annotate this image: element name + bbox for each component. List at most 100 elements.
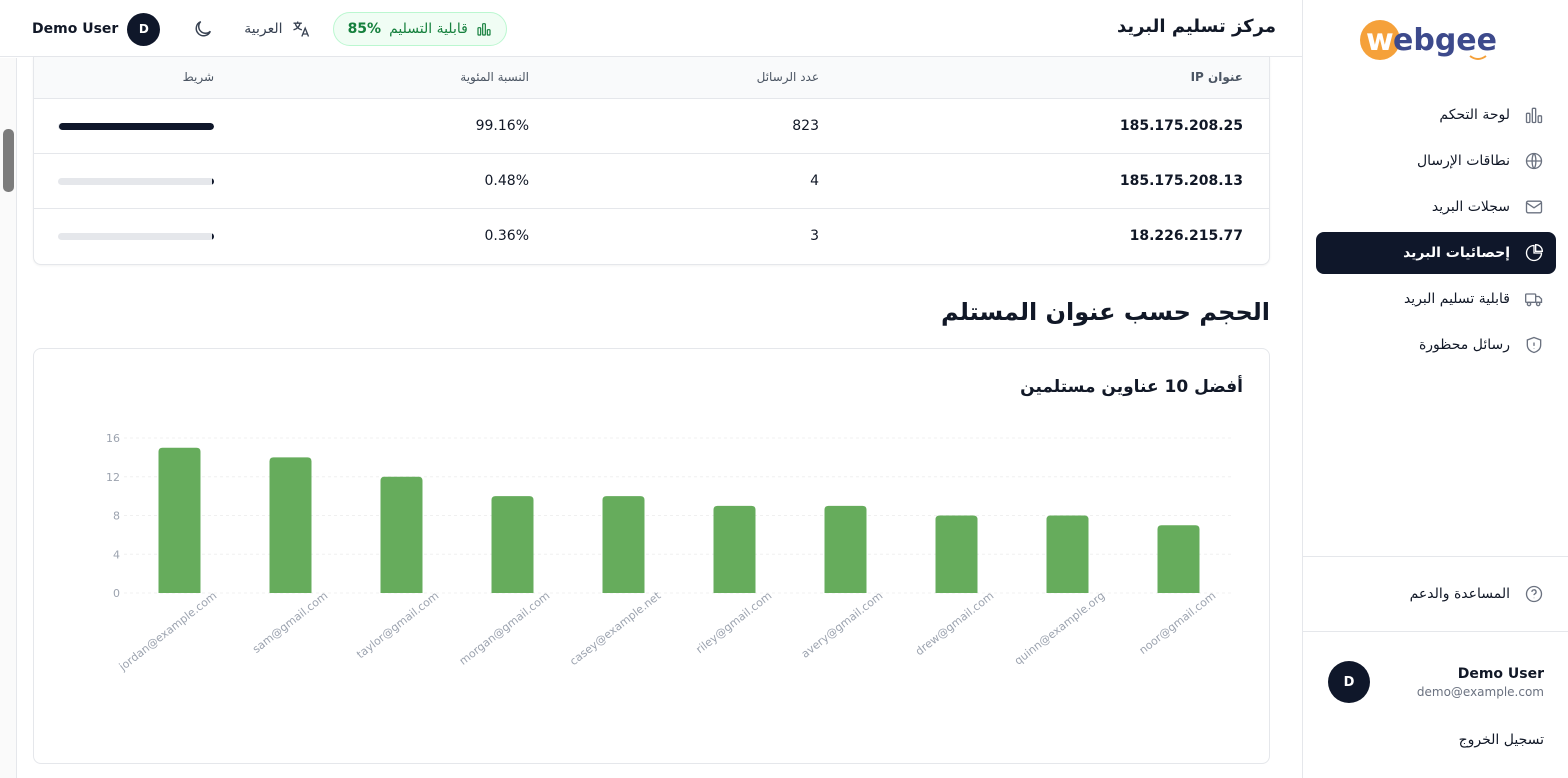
y-tick-label: 8 bbox=[113, 510, 120, 523]
sidebar-item-blocked[interactable]: رسائل محظورة bbox=[1316, 324, 1556, 366]
sidebar: w ebgee لوحة التحكم نطاقات الإرسال سجلات… bbox=[1302, 0, 1568, 778]
x-tick-label: riley@gmail.com bbox=[693, 589, 774, 656]
chart-bar[interactable] bbox=[935, 515, 978, 594]
chart-bar[interactable] bbox=[1157, 525, 1200, 593]
logout-button[interactable]: تسجيل الخروج bbox=[1459, 732, 1544, 748]
x-tick-label: quinn@example.org bbox=[1012, 589, 1107, 667]
sidebar-item-label: قابلية تسليم البريد bbox=[1403, 291, 1510, 307]
sidebar-user-card[interactable]: Demo User demo@example.com D bbox=[1328, 660, 1544, 704]
percent-bar bbox=[58, 233, 214, 240]
globe-icon bbox=[1525, 152, 1543, 170]
sidebar-item-label: إحصائيات البريد bbox=[1403, 245, 1510, 261]
sidebar-item-dashboard[interactable]: لوحة التحكم bbox=[1316, 94, 1556, 136]
cell-count: 823 bbox=[792, 118, 819, 134]
chart-bar[interactable] bbox=[824, 505, 867, 593]
x-tick-label: taylor@gmail.com bbox=[354, 589, 441, 661]
cell-count: 3 bbox=[810, 228, 819, 244]
avatar: D bbox=[1328, 661, 1370, 703]
cell-percent: 0.36% bbox=[484, 228, 529, 244]
header-user-name: Demo User bbox=[32, 21, 119, 37]
sidebar-item-mail-logs[interactable]: سجلات البريد bbox=[1316, 186, 1556, 228]
column-header-ip: عنوان IP bbox=[1190, 70, 1243, 84]
sidebar-divider bbox=[1303, 556, 1568, 557]
truck-icon bbox=[1525, 293, 1543, 307]
chart-bar[interactable] bbox=[380, 476, 423, 593]
top-header: مركز تسليم البريد Demo User D العربية 85… bbox=[0, 0, 1302, 57]
cell-ip: 185.175.208.25 bbox=[1119, 118, 1243, 134]
chart-bar[interactable] bbox=[269, 457, 312, 593]
percent-bar-fill bbox=[212, 178, 214, 185]
percent-bar bbox=[58, 178, 214, 185]
recipient-chart-card: أفضل 10 عناوين مستلمين 0 4 8 12 16 jordan@exa… bbox=[33, 348, 1270, 764]
table-row: 185.175.208.25 823 99.16% bbox=[34, 99, 1269, 154]
y-tick-label: 0 bbox=[113, 587, 120, 600]
bar-chart-icon bbox=[1525, 107, 1543, 124]
y-tick-label: 4 bbox=[113, 548, 120, 561]
sidebar-item-label: لوحة التحكم bbox=[1439, 107, 1510, 123]
deliverability-label: قابلية التسليم bbox=[389, 21, 468, 37]
table-row: 185.175.208.13 4 0.48% bbox=[34, 154, 1269, 209]
logo-w: w bbox=[1366, 23, 1394, 58]
bar-chart-icon bbox=[477, 23, 491, 36]
help-support-link[interactable]: المساعدة والدعم bbox=[1316, 574, 1556, 614]
scrollbar-thumb[interactable] bbox=[3, 129, 14, 192]
sidebar-item-label: نطاقات الإرسال bbox=[1416, 153, 1510, 169]
page-title: مركز تسليم البريد bbox=[1116, 16, 1276, 37]
user-name: Demo User bbox=[1457, 665, 1544, 682]
x-tick-label: avery@gmail.com bbox=[799, 589, 885, 661]
webgee-logo[interactable]: w ebgee bbox=[1358, 16, 1508, 64]
cell-ip: 18.226.215.77 bbox=[1129, 228, 1243, 244]
y-tick-label: 16 bbox=[106, 432, 120, 445]
scrollbar[interactable] bbox=[0, 58, 17, 778]
percent-bar-fill bbox=[212, 233, 214, 240]
cell-percent: 0.48% bbox=[484, 173, 529, 189]
ip-table: عنوان IP عدد الرسائل النسبة المئوية شريط… bbox=[33, 57, 1270, 265]
pie-chart-icon bbox=[1525, 243, 1544, 262]
sidebar-item-sending-domains[interactable]: نطاقات الإرسال bbox=[1316, 140, 1556, 182]
chart-bar[interactable] bbox=[1046, 515, 1089, 594]
chart-bar[interactable] bbox=[491, 496, 534, 593]
percent-bar-fill bbox=[59, 123, 214, 130]
y-tick-label: 12 bbox=[106, 471, 120, 484]
header-actions: Demo User D العربية 85% قابلية التسليم bbox=[32, 11, 507, 47]
sidebar-divider bbox=[1303, 631, 1568, 632]
mail-icon bbox=[1525, 200, 1543, 214]
x-tick-label: noor@gmail.com bbox=[1137, 589, 1219, 657]
header-user-menu[interactable]: Demo User D bbox=[32, 12, 161, 46]
moon-icon[interactable] bbox=[192, 18, 214, 40]
cell-count: 4 bbox=[810, 173, 819, 189]
column-header-bar: شريط bbox=[182, 70, 214, 84]
user-info: Demo User demo@example.com bbox=[1417, 666, 1544, 699]
help-label: المساعدة والدعم bbox=[1409, 586, 1510, 602]
deliverability-badge[interactable]: 85% قابلية التسليم bbox=[332, 12, 507, 46]
x-tick-label: morgan@gmail.com bbox=[457, 589, 552, 668]
chart-bar[interactable] bbox=[158, 447, 201, 593]
translate-icon bbox=[292, 21, 309, 37]
chart-bar[interactable] bbox=[602, 496, 645, 593]
sidebar-item-deliverability[interactable]: قابلية تسليم البريد bbox=[1316, 278, 1556, 320]
x-tick-label: casey@example.net bbox=[567, 589, 664, 668]
sidebar-item-label: رسائل محظورة bbox=[1418, 337, 1510, 353]
percent-bar bbox=[58, 123, 214, 130]
language-label: العربية bbox=[244, 21, 283, 37]
column-header-count: عدد الرسائل bbox=[756, 70, 819, 84]
user-email: demo@example.com bbox=[1416, 684, 1544, 699]
recipient-bar-chart: 0 4 8 12 16 jordan@example.com sam@gmail.com ta… bbox=[106, 432, 1234, 674]
sidebar-item-mail-stats[interactable]: إحصائيات البريد bbox=[1316, 232, 1556, 274]
sidebar-nav: لوحة التحكم نطاقات الإرسال سجلات البريد … bbox=[1316, 94, 1556, 370]
help-circle-icon bbox=[1525, 585, 1543, 603]
sidebar-item-label: سجلات البريد bbox=[1431, 199, 1510, 215]
column-header-percent: النسبة المئوية bbox=[460, 70, 529, 84]
chart-bar[interactable] bbox=[713, 505, 756, 593]
cell-ip: 185.175.208.13 bbox=[1119, 173, 1243, 189]
x-tick-label: sam@gmail.com bbox=[250, 589, 330, 656]
logo-text: ebgee bbox=[1393, 23, 1497, 58]
avatar: D bbox=[127, 12, 161, 46]
table-header: عنوان IP عدد الرسائل النسبة المئوية شريط bbox=[34, 57, 1269, 99]
cell-percent: 99.16% bbox=[475, 118, 529, 134]
shield-icon bbox=[1526, 336, 1542, 354]
table-row: 18.226.215.77 3 0.36% bbox=[34, 209, 1269, 264]
deliverability-value: 85% bbox=[347, 21, 382, 37]
language-switcher[interactable]: العربية bbox=[244, 19, 310, 39]
section-title-recipient-volume: الحجم حسب عنوان المستلم bbox=[941, 298, 1270, 326]
